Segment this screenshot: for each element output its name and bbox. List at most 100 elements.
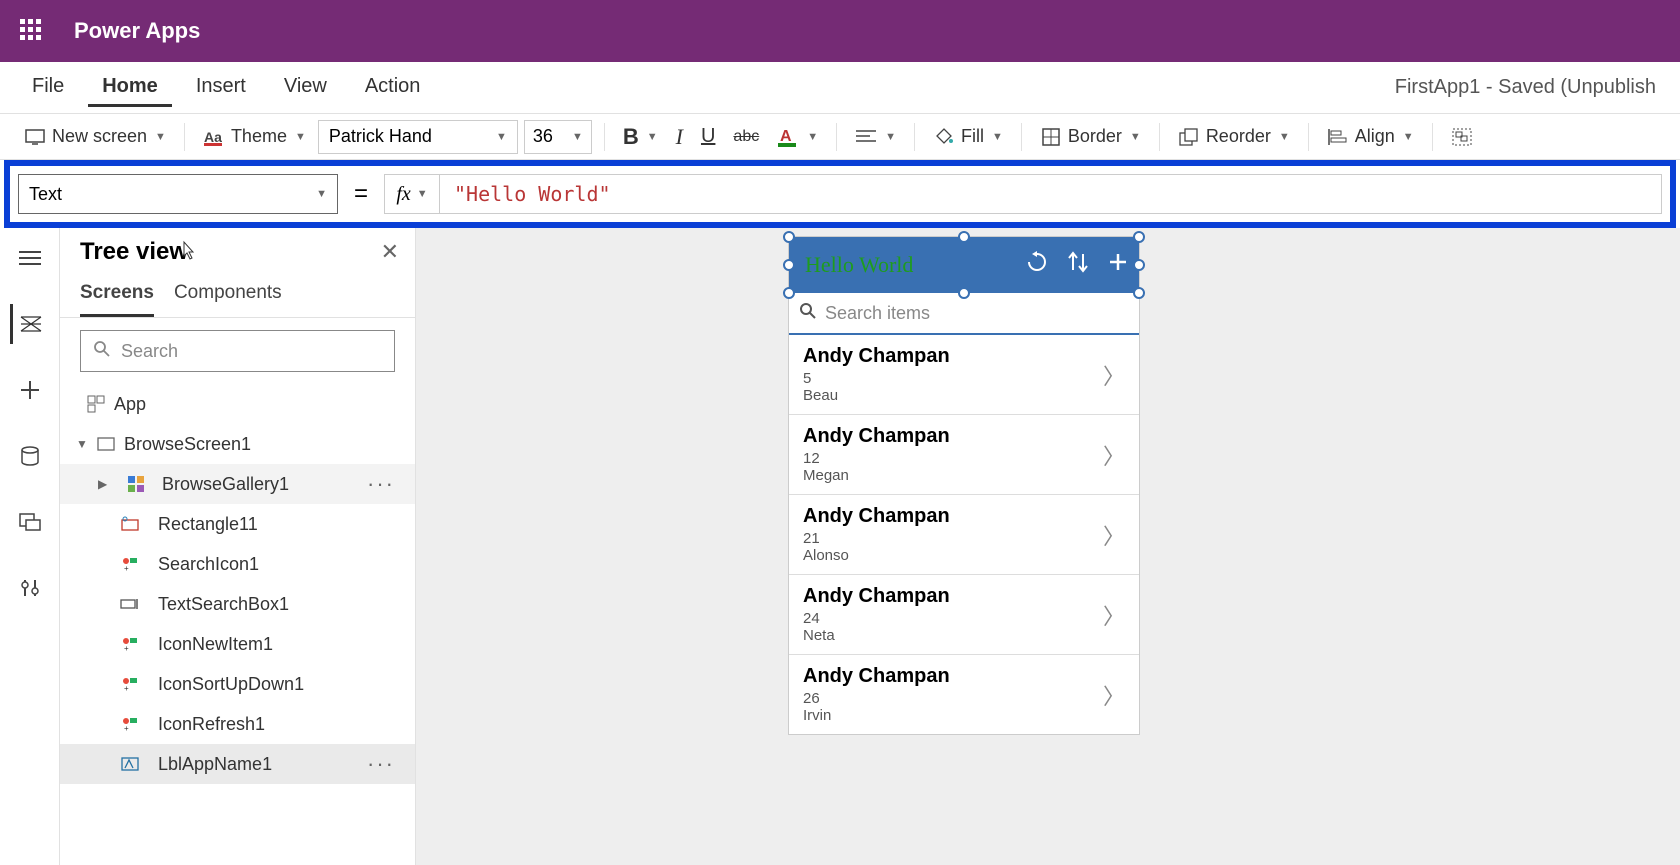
tree-item-searchicon1[interactable]: + SearchIcon1 xyxy=(60,544,415,584)
menu-home[interactable]: Home xyxy=(88,69,172,107)
chevron-right-icon: 〉 xyxy=(1103,519,1125,551)
formula-input[interactable]: "Hello World" xyxy=(440,174,1662,214)
resize-handle[interactable] xyxy=(958,231,970,243)
chevron-down-icon: ▼ xyxy=(76,437,92,451)
app-launcher-icon[interactable] xyxy=(20,19,44,43)
font-size: 36 xyxy=(533,126,553,147)
media-rail[interactable] xyxy=(10,502,50,542)
resize-handle[interactable] xyxy=(783,259,795,271)
tree-screen-label: BrowseScreen1 xyxy=(124,434,251,455)
tree-item-label: IconNewItem1 xyxy=(158,634,273,655)
font-size-select[interactable]: 36 ▼ xyxy=(524,120,592,154)
strikethrough-button[interactable]: abc xyxy=(727,124,765,150)
tab-screens[interactable]: Screens xyxy=(80,276,154,317)
gallery-item[interactable]: Andy Champan 24 Neta 〉 xyxy=(789,575,1139,655)
shape-icon xyxy=(120,514,140,534)
resize-handle[interactable] xyxy=(783,287,795,299)
more-icon[interactable]: ··· xyxy=(367,751,395,777)
menu-insert[interactable]: Insert xyxy=(182,69,260,107)
gallery-item[interactable]: Andy Champan 5 Beau 〉 xyxy=(789,335,1139,415)
tree-app-label: App xyxy=(114,394,146,415)
tree-item-textsearchbox1[interactable]: TextSearchBox1 xyxy=(60,584,415,624)
gallery-item[interactable]: Andy Champan 26 Irvin 〉 xyxy=(789,655,1139,734)
gallery-item-sub: Neta xyxy=(803,627,950,644)
tree-item-browsegallery1[interactable]: ▶ BrowseGallery1 ··· xyxy=(60,464,415,504)
gallery-item-num: 24 xyxy=(803,610,950,627)
tree-app-node[interactable]: App xyxy=(60,384,415,424)
tree-screen-node[interactable]: ▼ BrowseScreen1 xyxy=(60,424,415,464)
reorder-button[interactable]: Reorder ▼ xyxy=(1172,122,1296,152)
align-text-button[interactable]: ▼ xyxy=(849,122,902,152)
property-selector[interactable]: Text ▼ xyxy=(18,174,338,214)
tools-rail[interactable] xyxy=(10,568,50,608)
search-items-row[interactable]: Search items xyxy=(789,293,1139,335)
resize-handle[interactable] xyxy=(783,231,795,243)
tree-item-iconnewitem1[interactable]: + IconNewItem1 xyxy=(60,624,415,664)
resize-handle[interactable] xyxy=(1133,259,1145,271)
tree-item-label: BrowseGallery1 xyxy=(162,474,289,495)
chevron-down-icon: ▼ xyxy=(295,131,306,143)
fill-button[interactable]: Fill ▼ xyxy=(927,122,1009,152)
chevron-down-icon: ▼ xyxy=(807,131,818,143)
fill-label: Fill xyxy=(961,126,984,147)
property-name: Text xyxy=(29,184,62,205)
chevron-right-icon: 〉 xyxy=(1103,599,1125,631)
data-rail[interactable] xyxy=(10,436,50,476)
svg-text:Aa: Aa xyxy=(204,129,222,145)
tree-item-rectangle11[interactable]: Rectangle11 xyxy=(60,504,415,544)
tree-view-panel: Tree view ✕ Screens Components Search Ap… xyxy=(60,228,416,865)
gallery-item[interactable]: Andy Champan 21 Alonso 〉 xyxy=(789,495,1139,575)
chevron-down-icon: ▼ xyxy=(417,188,428,200)
resize-handle[interactable] xyxy=(1133,287,1145,299)
reorder-label: Reorder xyxy=(1206,126,1271,147)
tree-item-iconsortupdown1[interactable]: + IconSortUpDown1 xyxy=(60,664,415,704)
gallery-item-name: Andy Champan xyxy=(803,665,950,688)
add-icon[interactable] xyxy=(1107,251,1129,280)
menu-action[interactable]: Action xyxy=(351,69,435,107)
underline-button[interactable]: U xyxy=(695,121,721,152)
theme-button[interactable]: Aa Theme ▼ xyxy=(197,122,312,152)
title-bar: Power Apps xyxy=(0,0,1680,62)
border-button[interactable]: Border ▼ xyxy=(1034,122,1147,152)
new-screen-button[interactable]: New screen ▼ xyxy=(18,122,172,152)
refresh-icon[interactable] xyxy=(1025,250,1049,281)
gallery-item-num: 26 xyxy=(803,690,950,707)
font-family-select[interactable]: Patrick Hand ▼ xyxy=(318,120,518,154)
more-icon[interactable]: ··· xyxy=(367,471,395,497)
sort-icon[interactable] xyxy=(1067,250,1089,281)
gallery-item-sub: Megan xyxy=(803,467,950,484)
insert-rail[interactable] xyxy=(10,370,50,410)
align-label: Align xyxy=(1355,126,1395,147)
hamburger-button[interactable] xyxy=(10,238,50,278)
app-header-selected[interactable]: Hello World xyxy=(789,237,1139,293)
theme-label: Theme xyxy=(231,126,287,147)
fx-button[interactable]: fx▼ xyxy=(384,174,440,214)
resize-handle[interactable] xyxy=(958,287,970,299)
align-icon xyxy=(855,126,877,148)
menu-view[interactable]: View xyxy=(270,69,341,107)
italic-button[interactable]: I xyxy=(670,120,689,154)
tree-list: App ▼ BrowseScreen1 ▶ BrowseGallery1 ··· xyxy=(60,384,415,865)
tab-components[interactable]: Components xyxy=(174,276,282,317)
chevron-right-icon: ▶ xyxy=(98,477,114,491)
menu-bar: File Home Insert View Action FirstApp1 -… xyxy=(0,62,1680,114)
bold-button[interactable]: B▼ xyxy=(617,120,664,154)
align-button[interactable]: Align ▼ xyxy=(1321,122,1420,152)
search-icon xyxy=(93,340,111,363)
tree-item-iconrefresh1[interactable]: + IconRefresh1 xyxy=(60,704,415,744)
tree-item-lblappname1[interactable]: LblAppName1 ··· xyxy=(60,744,415,784)
menu-file[interactable]: File xyxy=(18,69,78,107)
resize-handle[interactable] xyxy=(1133,231,1145,243)
gallery-item[interactable]: Andy Champan 12 Megan 〉 xyxy=(789,415,1139,495)
chevron-down-icon: ▼ xyxy=(1403,131,1414,143)
close-icon[interactable]: ✕ xyxy=(381,239,399,265)
tree-search-input[interactable]: Search xyxy=(80,330,395,372)
search-icon xyxy=(799,302,817,325)
textbox-icon xyxy=(120,594,140,614)
font-color-button[interactable]: A ▼ xyxy=(771,122,824,152)
canvas[interactable]: Hello World Search items xyxy=(416,228,1680,865)
group-button[interactable] xyxy=(1445,122,1479,152)
tree-view-rail[interactable] xyxy=(10,304,50,344)
icon-control-icon: + xyxy=(120,714,140,734)
chevron-down-icon: ▼ xyxy=(1130,131,1141,143)
